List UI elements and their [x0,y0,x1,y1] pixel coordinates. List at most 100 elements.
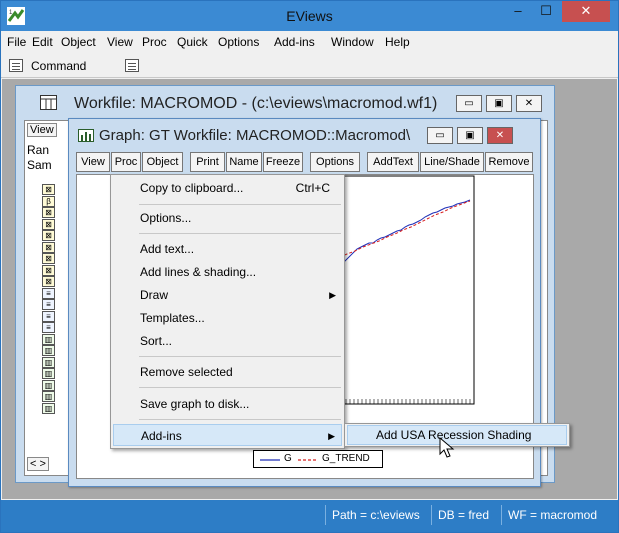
menu-add-ins[interactable]: Add-ins [274,35,315,49]
workfile-minimize-button[interactable]: ▭ [456,95,482,112]
status-path: Path = c:\eviews [325,505,426,525]
menu-item-sort[interactable]: Sort... [113,330,342,352]
workfile-object-graph-icon[interactable]: ▥ [42,345,55,356]
menu-item-label: Add-ins [141,429,182,443]
workfile-title: Workfile: MACROMOD - (c:\eviews\macromod… [74,95,438,112]
graph-maximize-button[interactable]: ▣ [457,127,483,144]
workfile-close-button[interactable]: ✕ [516,95,542,112]
graph-legend[interactable]: G G_TREND [253,450,383,468]
legend-g-label: G [284,453,292,464]
menu-file[interactable]: File [7,35,26,49]
eviews-app-window: 1 EViews – ☐ ✕ File Edit Object View Pro… [0,0,619,533]
graph-minimize-button[interactable]: ▭ [427,127,453,144]
minimize-button[interactable]: – [505,1,531,22]
workfile-object-graph-icon[interactable]: ▥ [42,379,55,391]
mouse-cursor-icon [439,437,455,458]
menu-separator [139,233,341,234]
legend-g-swatch [260,459,280,461]
menu-item-options[interactable]: Options... [113,207,342,229]
menu-separator [139,356,341,357]
menu-item-remove-selected[interactable]: Remove selected [113,361,342,383]
graph-proc-menu: Copy to clipboard... Ctrl+C Options... A… [110,174,345,449]
graph-freeze-button[interactable]: Freeze [263,152,303,172]
workfile-object-series-icon[interactable]: ⊠ [42,207,55,218]
menu-item-templates[interactable]: Templates... [113,307,342,329]
graph-close-button[interactable]: ✕ [487,127,513,144]
menu-edit[interactable]: Edit [32,35,53,49]
workfile-object-series-icon[interactable]: ⊠ [42,253,55,264]
menu-object[interactable]: Object [61,35,96,49]
workfile-object-series-icon[interactable]: ⊠ [42,230,55,241]
command-window-icon[interactable] [9,59,23,72]
menu-window[interactable]: Window [331,35,374,49]
workfile-view-button[interactable]: View [27,123,57,137]
workfile-nav-arrows[interactable]: < > [27,457,49,471]
workfile-icon [40,95,57,110]
menu-item-copy-to-clipboard[interactable]: Copy to clipboard... Ctrl+C [113,177,342,199]
workfile-object-series-icon[interactable]: ⊠ [42,241,55,253]
menu-item-add-ins[interactable]: Add-ins ▶ [113,424,342,446]
workfile-object-text-icon[interactable]: ≡ [42,322,55,333]
status-db: DB = fred [431,505,495,525]
graph-icon [78,129,94,142]
menu-help[interactable]: Help [385,35,410,49]
menu-item-add-lines-shading[interactable]: Add lines & shading... [113,261,342,283]
workfile-object-series-icon[interactable]: ⊠ [42,184,55,195]
menubar: File Edit Object View Proc Quick Options… [1,31,618,53]
workfile-object-graph-icon[interactable]: ▥ [42,391,55,402]
workfile-object-graph-icon[interactable]: ▥ [42,402,55,414]
menu-item-label: Draw [140,288,169,302]
workfile-object-beta-icon[interactable]: β [42,195,55,207]
menu-item-add-usa-recession-shading[interactable]: Add USA Recession Shading [347,425,567,445]
close-button[interactable]: ✕ [562,1,610,22]
menu-item-shortcut: Ctrl+C [295,181,330,195]
command-label[interactable]: Command [31,59,86,73]
statusbar: Path = c:\eviews DB = fred WF = macromod [1,500,618,532]
menu-separator [139,204,341,205]
graph-addtext-button[interactable]: AddText [367,152,419,172]
menu-separator [139,387,341,388]
command-bar: Command [1,54,618,78]
graph-options-button[interactable]: Options [310,152,360,172]
submenu-arrow-icon: ▶ [328,431,335,441]
maximize-button[interactable]: ☐ [533,1,559,22]
menu-separator [139,419,341,420]
graph-name-button[interactable]: Name [226,152,262,172]
workfile-object-series-icon[interactable]: ⊠ [42,264,55,276]
menu-item-add-text[interactable]: Add text... [113,238,342,260]
workfile-object-series-icon[interactable]: ⊠ [42,276,55,287]
workfile-object-text-icon[interactable]: ≡ [42,310,55,322]
graph-proc-button[interactable]: Proc [111,152,141,172]
workfile-object-graph-icon[interactable]: ▥ [42,368,55,379]
workfile-sample-label: Sam [27,158,52,172]
workfile-object-series-icon[interactable]: ⊠ [42,218,55,230]
submenu-arrow-icon: ▶ [329,290,336,300]
add-ins-submenu: Add USA Recession Shading [344,423,570,447]
graph-remove-button[interactable]: Remove [485,152,533,172]
workfile-object-graph-icon[interactable]: ▥ [42,356,55,368]
command-capture-icon[interactable] [125,59,139,72]
menu-item-label: Copy to clipboard... [140,181,244,195]
menu-options[interactable]: Options [218,35,259,49]
legend-g-trend-swatch [298,459,318,461]
workfile-object-text-icon[interactable]: ≡ [42,287,55,299]
legend-g-trend-label: G_TREND [322,453,370,464]
menu-quick[interactable]: Quick [177,35,208,49]
menu-view[interactable]: View [107,35,133,49]
graph-view-button[interactable]: View [76,152,110,172]
menu-item-save-graph[interactable]: Save graph to disk... [113,393,342,415]
graph-print-button[interactable]: Print [190,152,225,172]
workfile-maximize-button[interactable]: ▣ [486,95,512,112]
menu-item-draw[interactable]: Draw ▶ [113,284,342,306]
plot-frame [339,175,475,405]
graph-titlebar[interactable]: Graph: GT Workfile: MACROMOD::Macromod\ … [69,119,540,149]
workfile-range-label: Ran [27,143,50,157]
graph-object-button[interactable]: Object [142,152,183,172]
menu-proc[interactable]: Proc [142,35,167,49]
graph-title: Graph: GT Workfile: MACROMOD::Macromod\ [99,127,411,144]
graph-lineshade-button[interactable]: Line/Shade [420,152,484,172]
app-titlebar[interactable]: 1 EViews – ☐ ✕ [1,1,618,31]
workfile-titlebar[interactable]: Workfile: MACROMOD - (c:\eviews\macromod… [16,86,554,120]
workfile-object-text-icon[interactable]: ≡ [42,299,55,310]
workfile-object-graph-icon[interactable]: ▥ [42,333,55,345]
